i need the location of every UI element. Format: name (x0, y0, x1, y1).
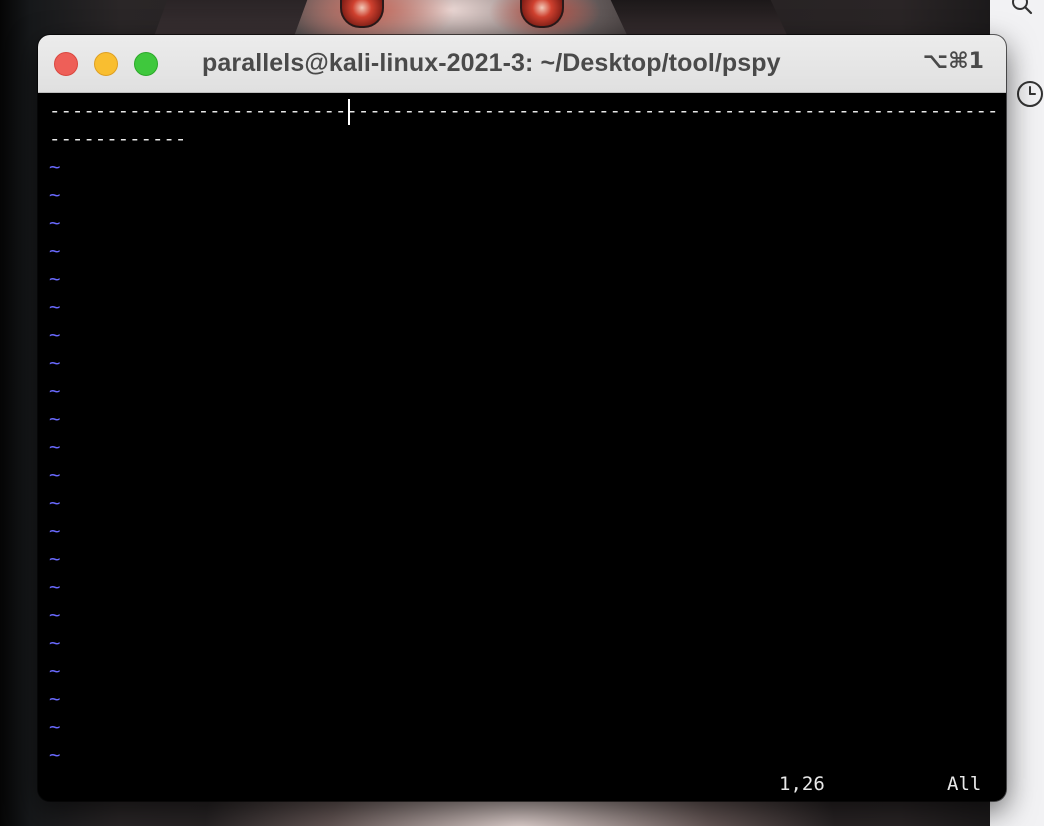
terminal-window[interactable]: parallels@kali-linux-2021-3: ~/Desktop/t… (38, 35, 1006, 801)
status-scroll-indicator: All (947, 773, 982, 795)
empty-line-marker: ~ (49, 660, 61, 682)
search-icon[interactable] (1010, 0, 1034, 16)
empty-line-marker: ~ (49, 632, 61, 654)
wallpaper-hair-left (152, 0, 308, 40)
status-cursor-position: 1,26 (779, 773, 825, 795)
minimize-button[interactable] (94, 52, 118, 76)
empty-line-marker: ~ (49, 604, 61, 626)
empty-line-marker: ~ (49, 212, 61, 234)
empty-line-marker: ~ (49, 408, 61, 430)
empty-line-marker: ~ (49, 464, 61, 486)
empty-line-marker: ~ (49, 184, 61, 206)
empty-line-marker: ~ (49, 380, 61, 402)
window-shortcut: ⌥⌘1 (922, 49, 984, 74)
text-cursor (348, 99, 350, 125)
empty-line-marker: ~ (49, 716, 61, 738)
empty-line-marker: ~ (49, 296, 61, 318)
window-titlebar[interactable]: parallels@kali-linux-2021-3: ~/Desktop/t… (38, 35, 1006, 93)
wallpaper-eye-left (340, 0, 384, 28)
empty-line-marker: ~ (49, 436, 61, 458)
wallpaper-eye-right (520, 0, 564, 28)
empty-line-marker: ~ (49, 520, 61, 542)
empty-line-marker: ~ (49, 688, 61, 710)
window-title: parallels@kali-linux-2021-3: ~/Desktop/t… (202, 49, 781, 77)
empty-line-marker: ~ (49, 240, 61, 262)
empty-line-marker: ~ (49, 576, 61, 598)
empty-line-marker: ~ (49, 548, 61, 570)
empty-line-marker: ~ (49, 324, 61, 346)
wallpaper-hair-right (610, 0, 790, 40)
close-button[interactable] (54, 52, 78, 76)
empty-line-marker: ~ (49, 268, 61, 290)
editor-line-1: ----------------------------------------… (49, 100, 999, 122)
empty-line-marker: ~ (49, 492, 61, 514)
empty-line-marker: ~ (49, 156, 61, 178)
editor-line-2: ------------ (49, 128, 187, 150)
zoom-button[interactable] (134, 52, 158, 76)
clock-icon[interactable] (1016, 80, 1044, 108)
empty-line-marker: ~ (49, 352, 61, 374)
empty-line-marker: ~ (49, 744, 61, 766)
terminal-content[interactable]: ----------------------------------------… (38, 93, 1006, 801)
